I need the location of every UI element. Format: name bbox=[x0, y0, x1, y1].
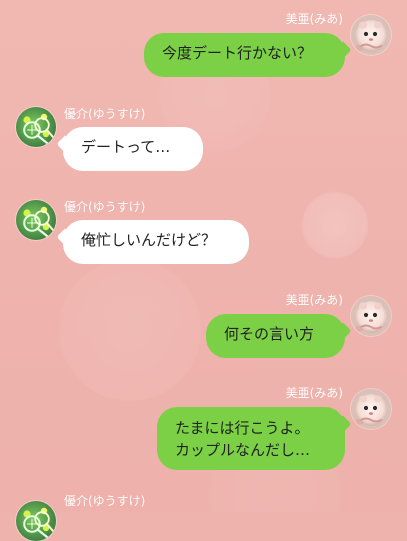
chat-thread[interactable]: 美亜(みあ) 今度デート行かない？ 優介(ゆうすけ) デートって… 優介(ゆうす… bbox=[0, 0, 407, 541]
message-bubble[interactable]: 今度デート行かない？ bbox=[144, 33, 345, 77]
sender-name: 優介(ゆうすけ) bbox=[64, 494, 146, 508]
tennis-avatar-icon[interactable] bbox=[16, 107, 56, 147]
message-bubble[interactable]: 何その言い方 bbox=[206, 314, 345, 358]
tennis-avatar-icon[interactable] bbox=[16, 200, 56, 240]
hamster-avatar-icon[interactable] bbox=[351, 15, 391, 55]
sender-name: 優介(ゆうすけ) bbox=[64, 107, 146, 121]
sender-name: 美亜(みあ) bbox=[285, 386, 343, 400]
sender-name: 優介(ゆうすけ) bbox=[64, 200, 146, 214]
sender-name: 美亜(みあ) bbox=[285, 293, 343, 307]
message-bubble[interactable]: デートって… bbox=[63, 127, 203, 171]
message-bubble[interactable]: たまには行こうよ。 カップルなんだし… bbox=[157, 407, 345, 470]
tennis-avatar-icon[interactable] bbox=[16, 501, 56, 541]
message-bubble[interactable]: 俺忙しいんだけど？ bbox=[63, 220, 249, 264]
hamster-avatar-icon[interactable] bbox=[351, 296, 391, 336]
sender-name: 美亜(みあ) bbox=[285, 12, 343, 26]
hamster-avatar-icon[interactable] bbox=[351, 389, 391, 429]
